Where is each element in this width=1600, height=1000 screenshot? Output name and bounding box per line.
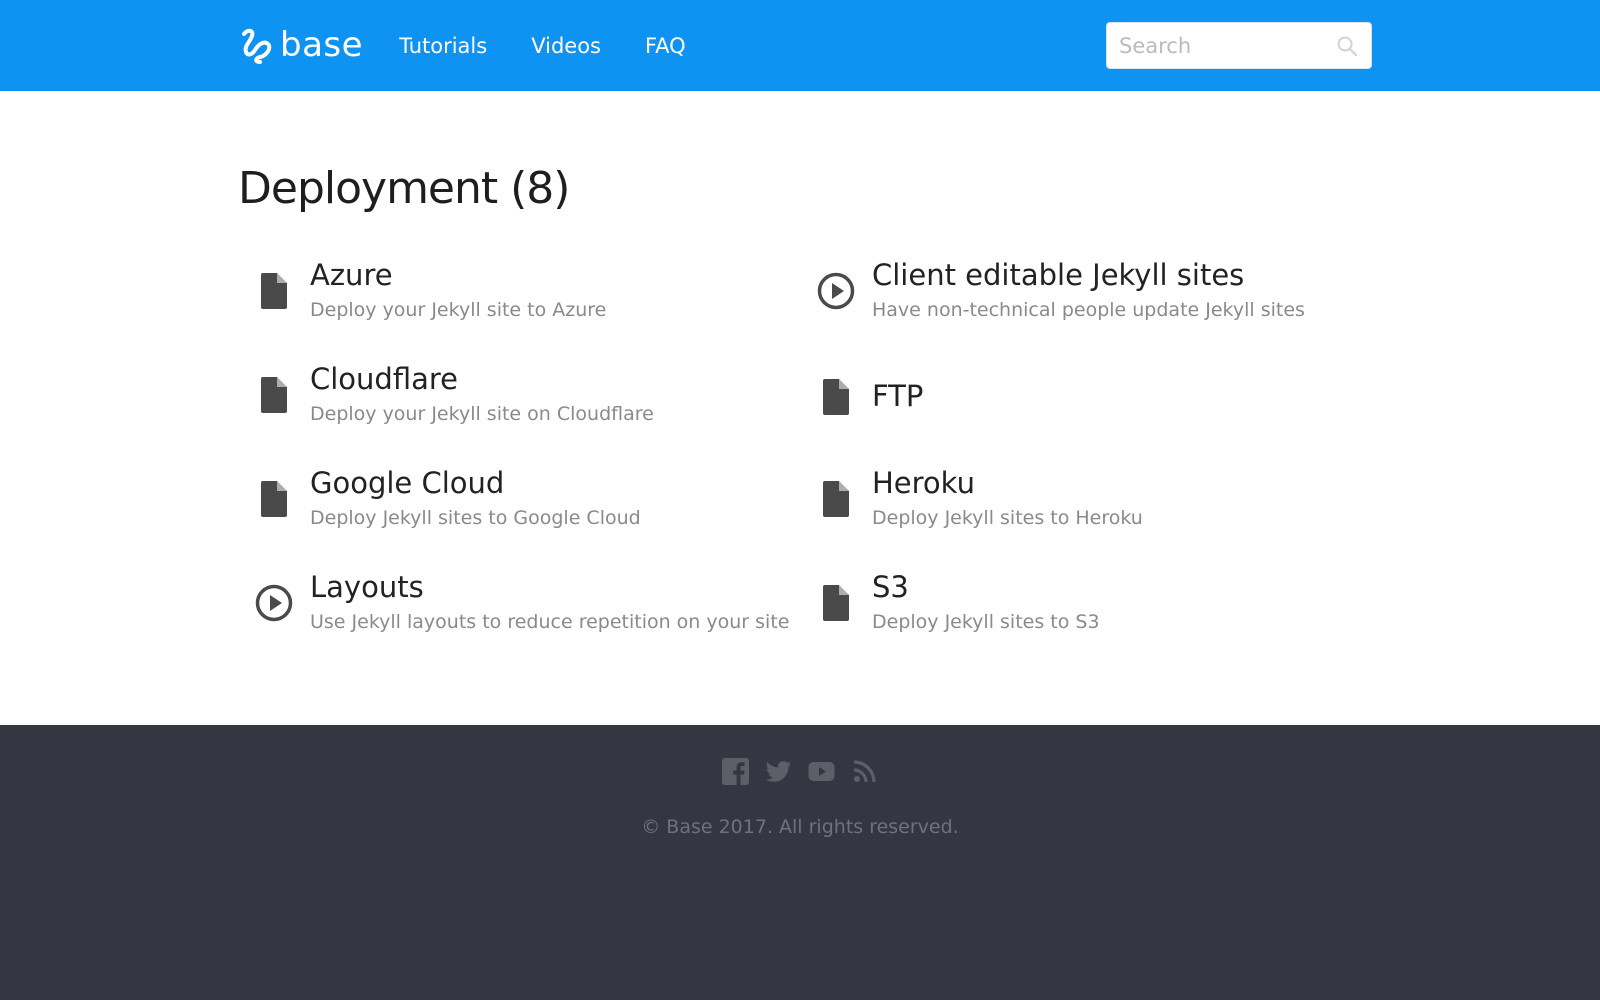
social-links [0,758,1600,785]
play-circle-icon [816,269,856,313]
youtube-icon[interactable] [808,758,835,785]
item-text: Google Cloud Deploy Jekyll sites to Goog… [310,466,641,530]
document-icon [816,581,856,625]
list-item[interactable]: S3 Deploy Jekyll sites to S3 [816,570,1100,634]
item-title: Cloudflare [310,362,459,396]
item-title: Google Cloud [310,466,505,500]
item-text: Client editable Jekyll sites Have non-te… [872,258,1305,322]
item-description: Use Jekyll layouts to reduce repetition … [310,611,790,634]
copyright-text: © Base 2017. All rights reserved. [641,816,959,838]
item-description: Deploy your Jekyll site on Cloudflare [310,403,654,426]
item-description: Deploy Jekyll sites to S3 [872,611,1100,634]
logo-text: base [280,24,364,65]
site-footer: © Base 2017. All rights reserved. [0,725,1600,1000]
item-text: FTP [872,379,924,414]
main-nav: Tutorials Videos FAQ [399,34,730,58]
item-description: Deploy your Jekyll site to Azure [310,299,607,322]
item-text: Layouts Use Jekyll layouts to reduce rep… [310,570,790,634]
list-item[interactable]: FTP [816,375,923,419]
rss-icon[interactable] [851,758,878,785]
nav-tutorials-link[interactable]: Tutorials [399,34,487,58]
page-title: Deployment (8) [238,163,570,214]
search-box [1106,22,1372,69]
item-text: Azure Deploy your Jekyll site to Azure [310,258,607,322]
document-icon [816,477,856,521]
list-item[interactable]: Client editable Jekyll sites Have non-te… [816,258,1305,322]
play-circle-icon [254,581,294,625]
search-input[interactable] [1119,33,1335,58]
item-text: S3 Deploy Jekyll sites to S3 [872,570,1100,634]
base-logo-icon [242,28,272,64]
item-description: Have non-technical people update Jekyll … [872,299,1305,322]
document-icon [816,375,856,419]
main-content: Deployment (8) Azure Deploy your Jekyll … [238,91,1378,725]
document-icon [254,477,294,521]
list-item[interactable]: Azure Deploy your Jekyll site to Azure [254,258,607,322]
list-item[interactable]: Layouts Use Jekyll layouts to reduce rep… [254,570,790,634]
list-item[interactable]: Cloudflare Deploy your Jekyll site on Cl… [254,362,654,426]
nav-faq-link[interactable]: FAQ [645,34,686,58]
twitter-icon[interactable] [765,758,792,785]
list-item[interactable]: Google Cloud Deploy Jekyll sites to Goog… [254,466,641,530]
item-text: Cloudflare Deploy your Jekyll site on Cl… [310,362,654,426]
item-title: Azure [310,258,393,292]
site-logo-link[interactable]: base [238,26,363,66]
item-description: Deploy Jekyll sites to Google Cloud [310,507,641,530]
item-title: Layouts [310,570,424,604]
nav-videos-link[interactable]: Videos [531,34,601,58]
item-title: Heroku [872,466,975,500]
facebook-icon[interactable] [722,758,749,785]
item-description: Deploy Jekyll sites to Heroku [872,507,1143,530]
item-title: S3 [872,570,909,604]
search-icon[interactable] [1335,34,1359,58]
document-icon [254,269,294,313]
item-title: FTP [872,379,924,414]
top-navbar: base Tutorials Videos FAQ [0,0,1600,91]
list-item[interactable]: Heroku Deploy Jekyll sites to Heroku [816,466,1143,530]
item-title: Client editable Jekyll sites [872,258,1245,292]
document-icon [254,373,294,417]
item-text: Heroku Deploy Jekyll sites to Heroku [872,466,1143,530]
navbar-inner: base Tutorials Videos FAQ [238,0,1372,91]
